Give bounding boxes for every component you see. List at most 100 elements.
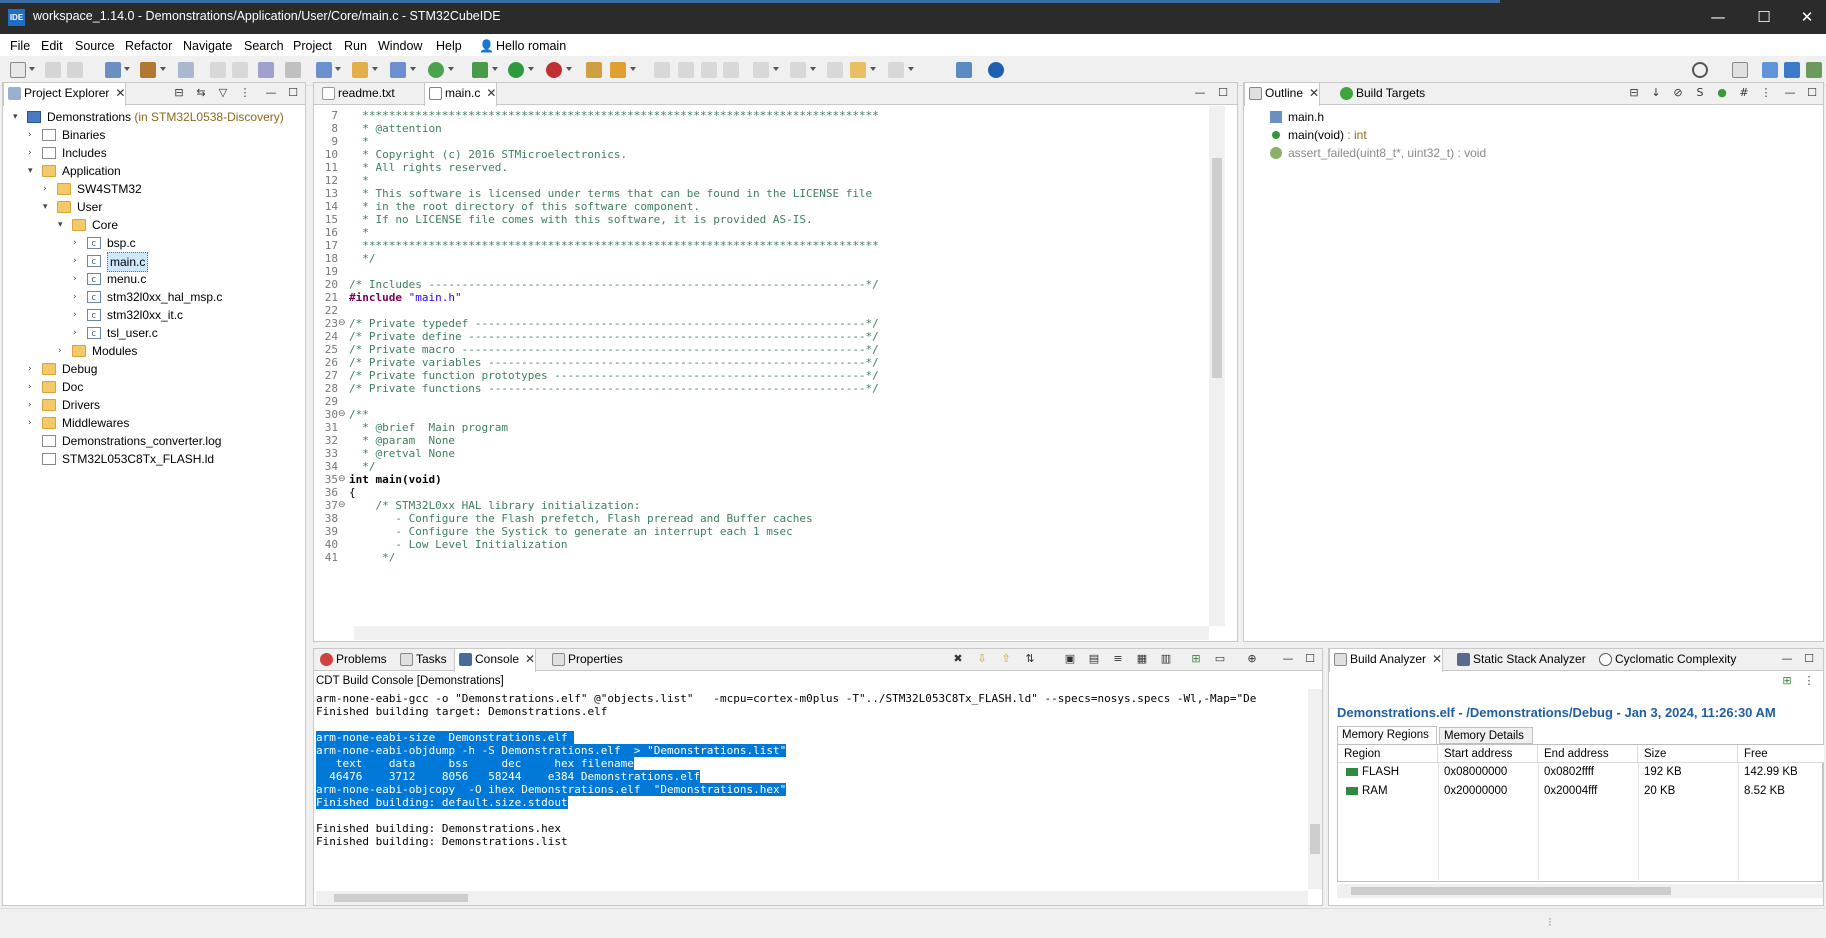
settings-dropdown-icon[interactable] — [124, 67, 130, 71]
copy-icon[interactable]: ▣ — [1064, 653, 1076, 665]
tab-project-explorer[interactable]: Project Explorer ✕ — [3, 83, 127, 106]
back-icon[interactable] — [850, 62, 866, 78]
scroll-lock-icon[interactable]: ⇅ — [1024, 653, 1036, 665]
perspective-cpp-icon[interactable] — [1762, 62, 1778, 78]
search-icon[interactable] — [1692, 62, 1708, 78]
chevron-right-icon[interactable]: › — [73, 270, 83, 288]
close-tab-icon[interactable]: ✕ — [115, 83, 125, 104]
debug-bug-icon[interactable] — [472, 62, 488, 78]
table-row[interactable]: RAM 0x20000000 0x20004fff 20 KB 8.52 KB — [1338, 782, 1824, 801]
tab-build-analyzer[interactable]: Build Analyzer ✕ — [1329, 649, 1444, 672]
chevron-right-icon[interactable]: › — [28, 360, 38, 378]
save-icon[interactable] — [45, 62, 61, 78]
analyzer-horizontal-scrollbar[interactable] — [1337, 884, 1823, 898]
scrollbar-thumb[interactable] — [334, 894, 468, 902]
filter-icon[interactable]: ▽ — [217, 87, 229, 99]
debug-dropdown-icon[interactable] — [492, 67, 498, 71]
close-tab-icon[interactable]: ✕ — [1432, 649, 1442, 670]
open-folder-icon[interactable] — [352, 62, 368, 78]
menu-project[interactable]: Project — [293, 39, 332, 53]
open-folder-dropdown-icon[interactable] — [372, 67, 378, 71]
menu-refactor[interactable]: Refactor — [125, 39, 172, 53]
pin-editor-icon[interactable] — [956, 62, 972, 78]
console-horizontal-scrollbar[interactable] — [316, 891, 1308, 905]
tab-main-c[interactable]: main.c ✕ — [424, 83, 498, 106]
next-marker-icon[interactable]: ⇩ — [976, 653, 988, 665]
console-vertical-scrollbar[interactable] — [1308, 689, 1322, 889]
chevron-right-icon[interactable]: › — [28, 414, 38, 432]
new-class-dropdown-icon[interactable] — [410, 67, 416, 71]
tab-readme[interactable]: readme.txt — [318, 83, 395, 105]
menu-edit[interactable]: Edit — [41, 39, 63, 53]
menu-help[interactable]: Help — [436, 39, 462, 53]
run-external-dropdown-icon[interactable] — [566, 67, 572, 71]
next-annotation-dropdown-icon[interactable] — [773, 67, 779, 71]
tab-problems[interactable]: Problems — [316, 649, 387, 671]
close-tab-icon[interactable]: ✕ — [486, 83, 496, 104]
toggle-block-icon[interactable] — [678, 62, 694, 78]
tab-properties[interactable]: Properties — [548, 649, 623, 671]
chevron-right-icon[interactable]: › — [73, 324, 83, 342]
next-annotation-icon[interactable] — [753, 62, 769, 78]
minimize-panel-icon[interactable]: — — [1194, 87, 1206, 99]
chevron-right-icon[interactable]: › — [28, 396, 38, 414]
close-tab-icon[interactable]: ✕ — [1309, 83, 1319, 104]
maximize-panel-icon[interactable]: ☐ — [287, 87, 299, 99]
undo-icon[interactable] — [210, 62, 226, 78]
save-all-icon[interactable] — [67, 62, 83, 78]
refresh-icon[interactable] — [428, 62, 444, 78]
chevron-right-icon[interactable]: › — [73, 288, 83, 306]
prev-marker-icon[interactable]: ⇧ — [1000, 653, 1012, 665]
chevron-right-icon[interactable]: › — [28, 378, 38, 396]
chevron-down-icon[interactable]: ▾ — [28, 162, 38, 180]
tab-outline[interactable]: Outline ✕ — [1244, 83, 1321, 106]
toggle-mark-icon[interactable] — [654, 62, 670, 78]
minimize-panel-icon[interactable]: — — [265, 87, 277, 99]
maximize-panel-icon[interactable]: ☐ — [1803, 653, 1815, 665]
col-end-address[interactable]: End address — [1538, 745, 1638, 763]
view-menu-icon[interactable]: ⋮ — [1803, 675, 1815, 687]
tab-build-targets[interactable]: Build Targets — [1336, 83, 1425, 105]
perspective-mx-icon[interactable] — [1784, 62, 1800, 78]
tab-console[interactable]: Console ✕ — [454, 649, 537, 672]
show-on-output-icon[interactable]: ▦ — [1136, 653, 1148, 665]
run-icon[interactable] — [508, 62, 524, 78]
menu-navigate[interactable]: Navigate — [183, 39, 232, 53]
editor-horizontal-scrollbar[interactable] — [354, 626, 1209, 640]
toggle-whitespace-icon[interactable] — [701, 62, 717, 78]
build-dropdown-icon[interactable] — [160, 67, 166, 71]
display-console-icon[interactable]: ▭ — [1214, 653, 1226, 665]
close-tab-icon[interactable]: ✕ — [525, 649, 535, 670]
settings-icon[interactable] — [105, 62, 121, 78]
subtab-memory-details[interactable]: Memory Details — [1439, 727, 1533, 744]
chevron-right-icon[interactable]: › — [58, 342, 68, 360]
code-area[interactable]: 7 **************************************… — [316, 109, 1206, 619]
clear-console-icon[interactable]: ✖ — [952, 653, 964, 665]
hide-fields-icon[interactable]: ⊘ — [1672, 87, 1684, 99]
maximize-panel-icon[interactable]: ☐ — [1217, 87, 1229, 99]
back-dropdown-icon[interactable] — [870, 67, 876, 71]
col-start-address[interactable]: Start address — [1438, 745, 1538, 763]
close-window-button[interactable]: ✕ — [1784, 6, 1826, 28]
col-free[interactable]: Free — [1738, 745, 1824, 763]
tab-static-stack-analyzer[interactable]: Static Stack Analyzer — [1453, 649, 1586, 671]
chevron-right-icon[interactable]: › — [28, 126, 38, 144]
fold-toggle-icon[interactable]: ⊖ — [338, 473, 346, 486]
chevron-right-icon[interactable]: › — [73, 234, 83, 252]
hide-nonpublic-icon[interactable]: ● — [1716, 87, 1728, 99]
fold-toggle-icon[interactable]: ⊖ — [338, 408, 346, 421]
scrollbar-thumb[interactable] — [1351, 887, 1671, 895]
prev-annotation-dropdown-icon[interactable] — [810, 67, 816, 71]
minimize-button[interactable]: — — [1695, 6, 1741, 28]
scrollbar-thumb[interactable] — [1212, 158, 1222, 378]
open-type-icon[interactable] — [586, 62, 602, 78]
menu-run[interactable]: Run — [344, 39, 367, 53]
chevron-right-icon[interactable]: › — [73, 306, 83, 324]
debug-config-icon[interactable] — [285, 62, 301, 78]
maximize-button[interactable]: ☐ — [1741, 6, 1787, 28]
search-tool-icon[interactable] — [610, 62, 626, 78]
open-perspective-icon[interactable] — [1732, 62, 1748, 78]
subtab-memory-regions[interactable]: Memory Regions — [1337, 726, 1437, 744]
redo-icon[interactable] — [232, 62, 248, 78]
maximize-panel-icon[interactable]: ☐ — [1304, 653, 1316, 665]
